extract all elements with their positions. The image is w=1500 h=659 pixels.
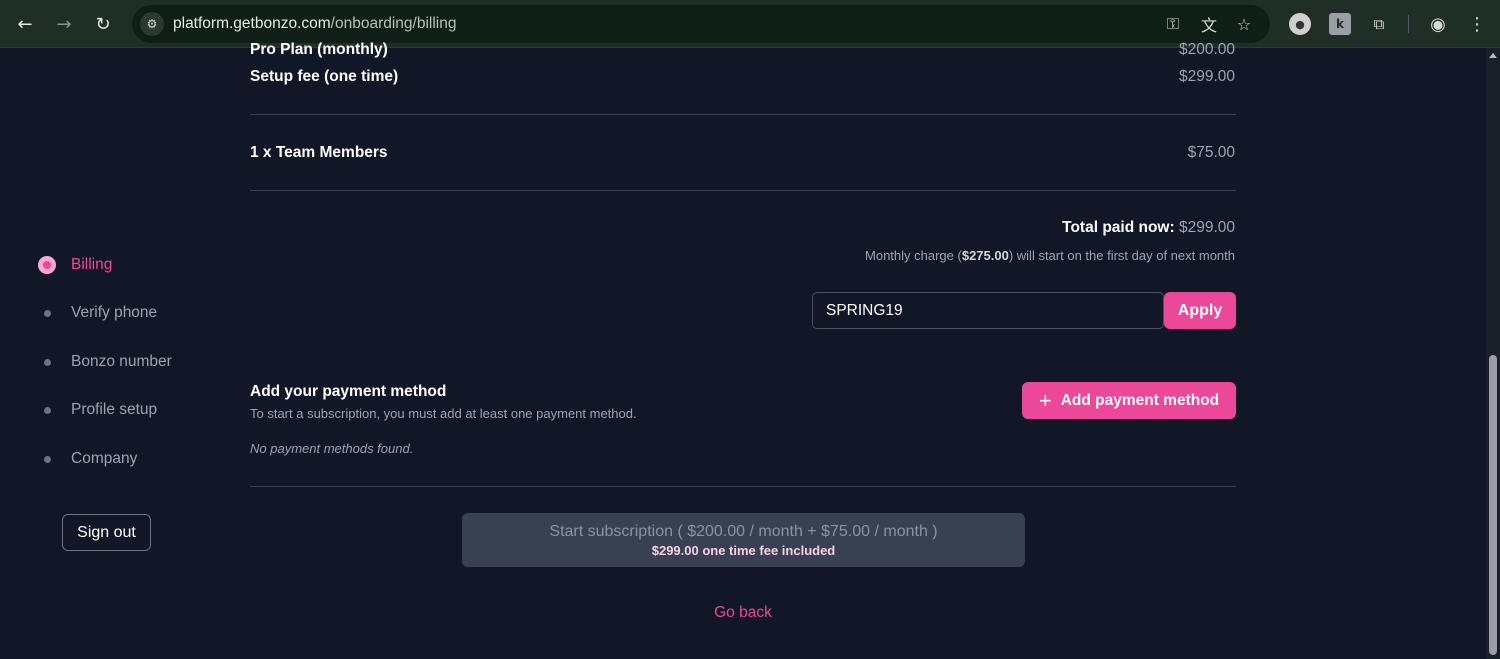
total-label: Total paid now: (1062, 219, 1175, 236)
go-back-link[interactable]: Go back (714, 604, 772, 621)
scroll-thumb[interactable] (1489, 355, 1497, 655)
sign-out-button[interactable]: Sign out (62, 514, 151, 551)
one-time-fee-note: $299.00 one time fee included (651, 542, 836, 558)
sidebar-step-company[interactable]: Company (38, 450, 137, 468)
forward-arrow-icon[interactable]: → (52, 12, 76, 36)
scroll-up-arrow-icon[interactable] (1489, 53, 1497, 58)
total-paid-now: Total paid now: $299.00 (1062, 219, 1235, 237)
plan-amount: $200.00 (1178, 41, 1235, 58)
team-members-amount: $75.00 (1187, 144, 1235, 161)
divider (250, 190, 1236, 191)
step-label: Bonzo number (71, 353, 172, 370)
puzzle-icon[interactable]: ⧉ (1368, 13, 1390, 35)
step-label: Company (71, 450, 138, 467)
add-payment-method-button[interactable]: + Add payment method (1022, 382, 1236, 419)
url-domain: platform.getbonzo.com (173, 15, 331, 32)
no-payment-methods-text: No payment methods found. (250, 441, 414, 456)
go-back-container: Go back (0, 604, 1486, 622)
start-subscription-button[interactable]: Start subscription ( $200.00 / month + $… (462, 513, 1025, 567)
payment-method-title: Add your payment method (250, 383, 447, 400)
step-label: Verify phone (71, 304, 158, 321)
monthly-suffix: ) will start on the first day of next mo… (1008, 248, 1235, 263)
sidebar-step-verify-phone[interactable]: Verify phone (38, 304, 157, 322)
translate-icon[interactable]: 文 (1198, 14, 1220, 35)
setup-fee-label: Setup fee (one time) (250, 68, 399, 85)
divider (250, 486, 1236, 487)
site-settings-icon[interactable]: ⚙ (140, 12, 164, 36)
setup-fee-amount: $299.00 (1178, 68, 1235, 85)
step-active-dot-icon (38, 256, 56, 274)
step-dot-icon (38, 353, 56, 371)
coupon-code-input[interactable] (812, 292, 1164, 329)
apply-coupon-button[interactable]: Apply (1164, 292, 1236, 329)
back-arrow-icon[interactable]: ← (13, 12, 37, 36)
page-scrollbar[interactable] (1486, 48, 1500, 659)
extension-icon[interactable]: ● (1289, 13, 1311, 35)
monthly-prefix: Monthly charge ( (865, 248, 962, 263)
url-text[interactable]: platform.getbonzo.com/onboarding/billing (173, 15, 457, 33)
star-icon[interactable]: ☆ (1233, 14, 1255, 34)
menu-icon[interactable]: ⋮ (1466, 13, 1488, 35)
step-dot-icon (38, 304, 56, 322)
sidebar-step-profile-setup[interactable]: Profile setup (38, 401, 157, 419)
monthly-charge-note: Monthly charge ($275.00) will start on t… (865, 248, 1235, 263)
step-label: Profile setup (71, 401, 158, 418)
profile-icon[interactable]: ◉ (1427, 13, 1449, 35)
address-bar[interactable]: ⚙ platform.getbonzo.com/onboarding/billi… (132, 5, 1270, 43)
team-members-label: 1 x Team Members (250, 144, 388, 161)
divider (250, 114, 1236, 115)
step-dot-icon (38, 401, 56, 419)
sidebar-step-billing[interactable]: Billing (38, 256, 112, 274)
toolbar-divider (1408, 15, 1409, 33)
total-value: $299.00 (1178, 219, 1235, 236)
sidebar-step-bonzo-number[interactable]: Bonzo number (38, 353, 172, 371)
plan-label: Pro Plan (monthly) (250, 41, 388, 58)
step-dot-icon (38, 450, 56, 468)
payment-method-subtitle: To start a subscription, you must add at… (250, 406, 637, 421)
start-subscription-label: Start subscription ( $200.00 / month + $… (549, 522, 938, 540)
key-icon[interactable]: ⚿ (1162, 14, 1184, 34)
url-path: /onboarding/billing (330, 15, 457, 32)
monthly-amount: $275.00 (961, 248, 1009, 263)
step-label: Billing (71, 256, 113, 273)
add-payment-method-label: Add payment method (1060, 391, 1220, 409)
browser-toolbar: ← → ↻ ⚙ platform.getbonzo.com/onboarding… (0, 0, 1500, 48)
extension-k-icon[interactable]: k (1329, 13, 1351, 35)
plus-icon: + (1038, 387, 1052, 413)
reload-icon[interactable]: ↻ (91, 12, 115, 36)
